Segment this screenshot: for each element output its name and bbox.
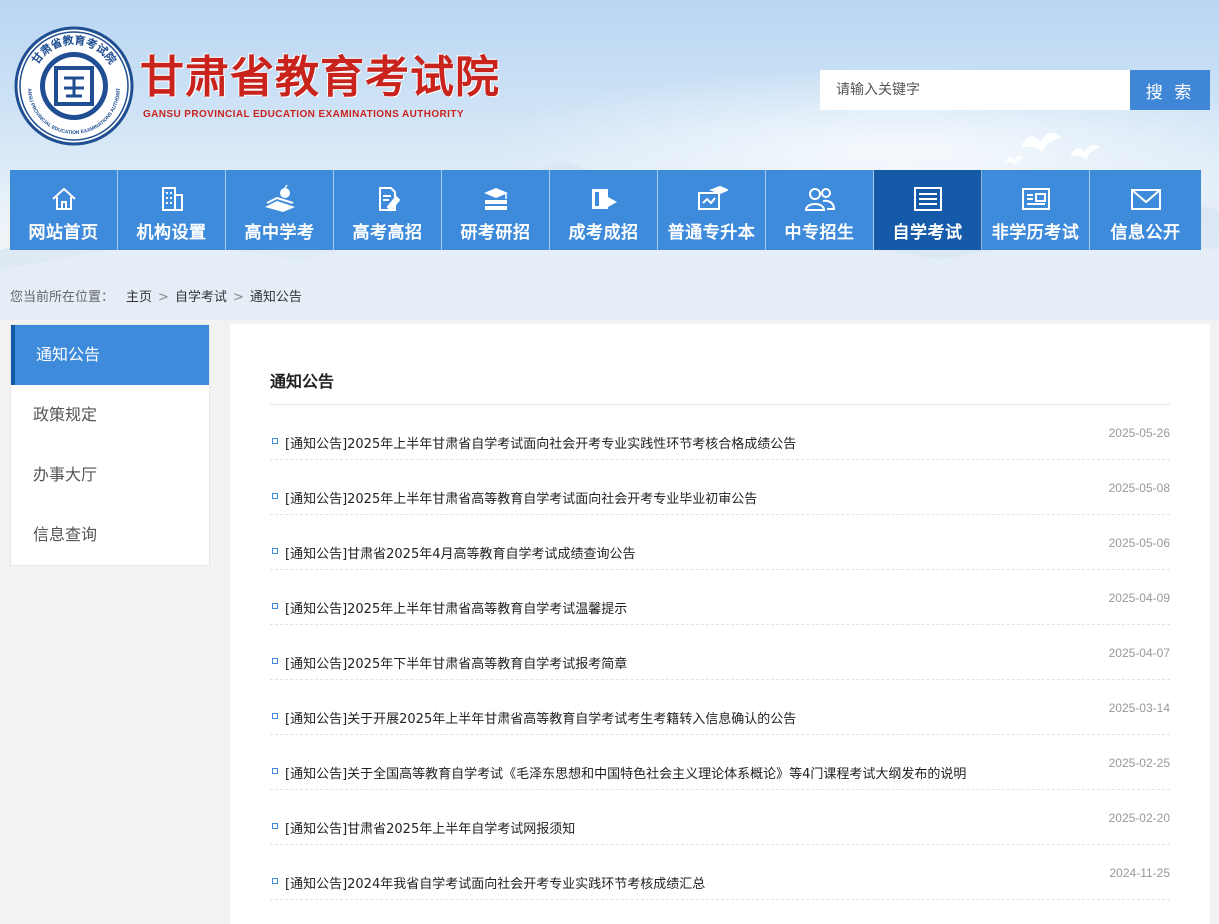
book-flag-icon <box>588 184 620 214</box>
nav-item-adult-exam[interactable]: 成考成招 <box>550 170 658 250</box>
site-title: 甘肃省教育考试院 <box>140 52 500 103</box>
home-icon <box>50 184 78 214</box>
news-title-link[interactable]: [通知公告]关于开展2025年上半年甘肃省高等教育自学考试考生考籍转入信息确认的… <box>285 708 796 727</box>
nav-label: 自学考试 <box>892 223 963 243</box>
bullet-icon <box>272 878 278 884</box>
list-item[interactable]: [通知公告]甘肃省2025年上半年自学考试网报须知 2025-02-20 <box>270 790 1170 845</box>
news-title-link[interactable]: [通知公告]2025年下半年甘肃省高等教育自学考试报考简章 <box>285 653 627 672</box>
nav-item-self-study[interactable]: 自学考试 <box>874 170 982 250</box>
people-icon <box>803 184 837 214</box>
list-item[interactable]: [通知公告]2025年上半年甘肃省高等教育自学考试温馨提示 2025-04-09 <box>270 570 1170 625</box>
news-title-link[interactable]: [通知公告]2025年上半年甘肃省高等教育自学考试温馨提示 <box>285 598 627 617</box>
page-title: 通知公告 <box>270 372 335 391</box>
list-item[interactable]: [通知公告]关于全国高等教育自学考试《毛泽东思想和中国特色社会主义理论体系概论》… <box>270 735 1170 790</box>
breadcrumb-prefix: 您当前所在位置： <box>10 290 115 305</box>
news-title-link[interactable]: [通知公告]2025年上半年甘肃省高等教育自学考试面向社会开考专业毕业初审公告 <box>285 488 757 507</box>
nav-item-postgrad[interactable]: 研考研招 <box>442 170 550 250</box>
nav-label: 普通专升本 <box>667 223 756 243</box>
list-item[interactable]: [通知公告]2025年上半年甘肃省高等教育自学考试面向社会开考专业毕业初审公告 … <box>270 460 1170 515</box>
sidebar-item-notices[interactable]: 通知公告 <box>11 325 209 385</box>
news-date: 2025-05-08 <box>1108 481 1170 495</box>
news-title-link[interactable]: [通知公告]2025年上半年甘肃省自学考试面向社会开考专业实践性环节考核合格成绩… <box>285 433 796 452</box>
mail-icon <box>1129 184 1163 214</box>
breadcrumb-separator: > <box>232 290 244 305</box>
main-nav: 网站首页 机构设置 高中学考 高考高招 研考研招 成考成招 普通专升本 中专招生… <box>10 170 1210 250</box>
news-list: [通知公告]2025年上半年甘肃省自学考试面向社会开考专业实践性环节考核合格成绩… <box>270 405 1170 900</box>
nav-label: 高考高招 <box>352 223 423 243</box>
nav-item-upgrade[interactable]: 普通专升本 <box>658 170 766 250</box>
nav-item-home[interactable]: 网站首页 <box>10 170 118 250</box>
news-date: 2025-05-26 <box>1108 426 1170 440</box>
breadcrumb-current[interactable]: 通知公告 <box>250 290 302 305</box>
breadcrumb-separator: > <box>158 290 169 305</box>
list-item[interactable]: [通知公告]2024年我省自学考试面向社会开考专业实践环节考核成绩汇总 2024… <box>270 845 1170 900</box>
building-icon <box>158 184 186 214</box>
news-date: 2024-11-25 <box>1109 866 1171 880</box>
bullet-icon <box>272 658 278 664</box>
news-date: 2025-04-09 <box>1108 591 1170 605</box>
news-date: 2025-03-14 <box>1108 701 1170 715</box>
sidebar: 通知公告 政策规定 办事大厅 信息查询 <box>10 324 210 566</box>
news-date: 2025-04-07 <box>1108 646 1170 660</box>
nav-item-info-disclosure[interactable]: 信息公开 <box>1090 170 1201 250</box>
document-pen-icon <box>374 184 402 214</box>
news-title-link[interactable]: [通知公告]关于全国高等教育自学考试《毛泽东思想和中国特色社会主义理论体系概论》… <box>285 763 966 782</box>
nav-item-non-degree[interactable]: 非学历考试 <box>982 170 1090 250</box>
news-list-icon <box>912 184 944 214</box>
news-date: 2025-02-25 <box>1108 756 1170 770</box>
breadcrumb-home-link[interactable]: 主页 <box>126 290 152 305</box>
nav-label: 非学历考试 <box>991 223 1080 243</box>
list-item[interactable]: [通知公告]2025年下半年甘肃省高等教育自学考试报考简章 2025-04-07 <box>270 625 1170 680</box>
nav-item-vocational[interactable]: 中专招生 <box>766 170 874 250</box>
site-subtitle: GANSU PROVINCIAL EDUCATION EXAMINATIONS … <box>143 109 464 120</box>
nav-label: 成考成招 <box>568 223 639 243</box>
news-title-link[interactable]: [通知公告]甘肃省2025年上半年自学考试网报须知 <box>285 818 575 837</box>
nav-label: 研考研招 <box>460 223 531 243</box>
birds-decoration <box>1004 132 1100 165</box>
breadcrumb-self-study-link[interactable]: 自学考试 <box>175 290 227 305</box>
book-stack-icon <box>480 184 512 214</box>
nav-label: 机构设置 <box>136 223 207 243</box>
nav-item-gaokao[interactable]: 高考高招 <box>334 170 442 250</box>
books-apple-icon <box>263 184 297 214</box>
nav-label: 网站首页 <box>28 223 99 243</box>
bullet-icon <box>272 823 278 829</box>
bullet-icon <box>272 603 278 609</box>
id-card-icon <box>1020 184 1052 214</box>
news-date: 2025-05-06 <box>1108 536 1170 550</box>
bullet-icon <box>272 438 278 444</box>
sidebar-item-info-query[interactable]: 信息查询 <box>11 505 209 565</box>
news-date: 2025-02-20 <box>1108 811 1170 825</box>
list-item[interactable]: [通知公告]关于开展2025年上半年甘肃省高等教育自学考试考生考籍转入信息确认的… <box>270 680 1170 735</box>
news-title-link[interactable]: [通知公告]2024年我省自学考试面向社会开考专业实践环节考核成绩汇总 <box>285 873 705 892</box>
search-button[interactable]: 搜 索 <box>1130 70 1210 110</box>
bullet-icon <box>272 548 278 554</box>
nav-label: 高中学考 <box>244 223 315 243</box>
bullet-icon <box>272 493 278 499</box>
sidebar-item-policies[interactable]: 政策规定 <box>11 385 209 445</box>
nav-label: 中专招生 <box>784 223 855 243</box>
bullet-icon <box>272 713 278 719</box>
bullet-icon <box>272 768 278 774</box>
breadcrumb: 您当前所在位置： 主页 > 自学考试 > 通知公告 <box>10 286 302 305</box>
sidebar-item-service-hall[interactable]: 办事大厅 <box>11 445 209 505</box>
nav-label: 信息公开 <box>1110 223 1181 243</box>
nav-item-organization[interactable]: 机构设置 <box>118 170 226 250</box>
news-title-link[interactable]: [通知公告]甘肃省2025年4月高等教育自学考试成绩查询公告 <box>285 543 636 562</box>
list-item[interactable]: [通知公告]2025年上半年甘肃省自学考试面向社会开考专业实践性环节考核合格成绩… <box>270 405 1170 460</box>
nav-item-high-school-exam[interactable]: 高中学考 <box>226 170 334 250</box>
list-item[interactable]: [通知公告]甘肃省2025年4月高等教育自学考试成绩查询公告 2025-05-0… <box>270 515 1170 570</box>
search-input[interactable] <box>820 70 1130 110</box>
emblem-logo: 甘肃省教育考试院 GANSU PROVINCIAL EDUCATION EXAM… <box>14 26 134 146</box>
graduation-board-icon <box>696 184 728 214</box>
main-content: 通知公告 [通知公告]2025年上半年甘肃省自学考试面向社会开考专业实践性环节考… <box>230 324 1210 924</box>
